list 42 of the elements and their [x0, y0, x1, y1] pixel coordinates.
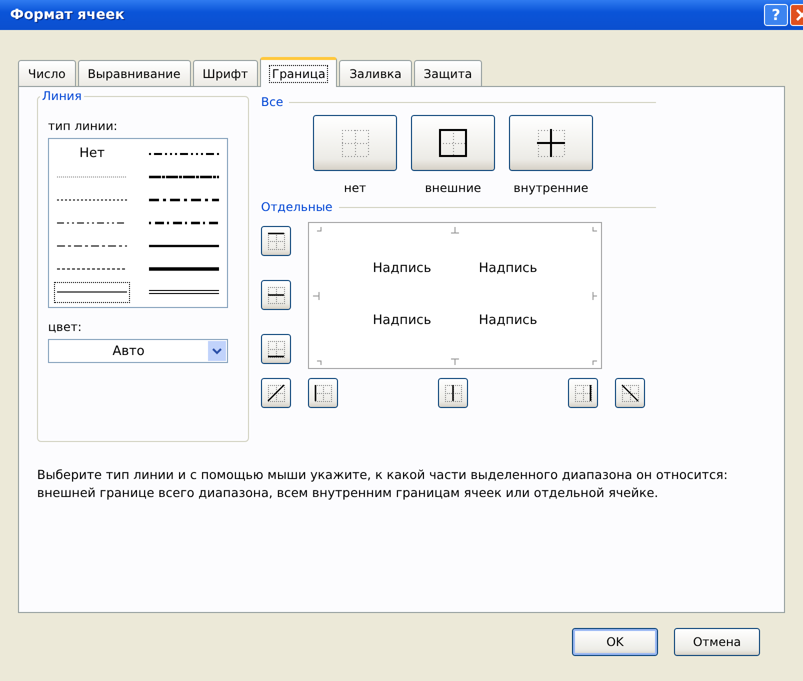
border-button[interactable]: [261, 226, 291, 256]
color-dropdown[interactable]: Авто: [48, 339, 228, 363]
group-label: Линия: [40, 89, 84, 103]
tab[interactable]: Граница: [260, 57, 338, 87]
preview-text: Надпись: [372, 312, 432, 330]
preview-text: Надпись: [478, 312, 538, 330]
preset-label: внутренние: [514, 181, 588, 195]
help-button[interactable]: ?: [764, 4, 788, 26]
section-label: Все: [261, 95, 284, 109]
border-button[interactable]: [261, 378, 291, 408]
description-text: Выберите тип линии и с помощью мыши укажите, к какой части выделенного диапазона он относится: внешней границе всего диапазона, всем внутренним границам ячеек или отдельной ячейке.: [37, 466, 729, 502]
tab[interactable]: Защита: [414, 60, 482, 86]
border-button[interactable]: [568, 378, 598, 408]
line-style-list[interactable]: Нет: [48, 138, 228, 308]
border-button[interactable]: [308, 378, 338, 408]
line-style-option[interactable]: [53, 280, 131, 304]
preset-label: внешние: [424, 181, 482, 195]
field-label: тип линии:: [48, 119, 118, 133]
chevron-down-icon: [212, 348, 222, 354]
preview-text: Надпись: [478, 260, 538, 278]
tab[interactable]: Выравнивание: [78, 60, 190, 86]
border-preview[interactable]: Надпись Надпись Надпись Надпись: [308, 222, 602, 369]
line-style-option[interactable]: Нет: [53, 142, 131, 166]
border-button[interactable]: [261, 280, 291, 310]
diagonal-up-border-icon: [265, 382, 287, 404]
preset-button[interactable]: [411, 115, 495, 171]
diagonal-down-border-icon: [619, 382, 641, 404]
section-label: Отдельные: [261, 200, 333, 214]
preset-label: нет: [344, 181, 366, 195]
ok-button[interactable]: OK: [572, 628, 658, 656]
tab[interactable]: Шрифт: [192, 60, 258, 86]
border-button[interactable]: [438, 378, 468, 408]
cancel-button[interactable]: Отмена: [674, 628, 760, 656]
border-button[interactable]: [615, 378, 645, 408]
border-button[interactable]: [261, 334, 291, 364]
window-title: Формат ячеек: [10, 7, 126, 23]
preset-button[interactable]: [509, 115, 593, 171]
tab[interactable]: Заливка: [339, 60, 412, 86]
tab[interactable]: Число: [18, 60, 76, 86]
preview-text: Надпись: [372, 260, 432, 278]
field-label: цвет:: [48, 320, 83, 334]
preset-button[interactable]: [313, 115, 397, 171]
